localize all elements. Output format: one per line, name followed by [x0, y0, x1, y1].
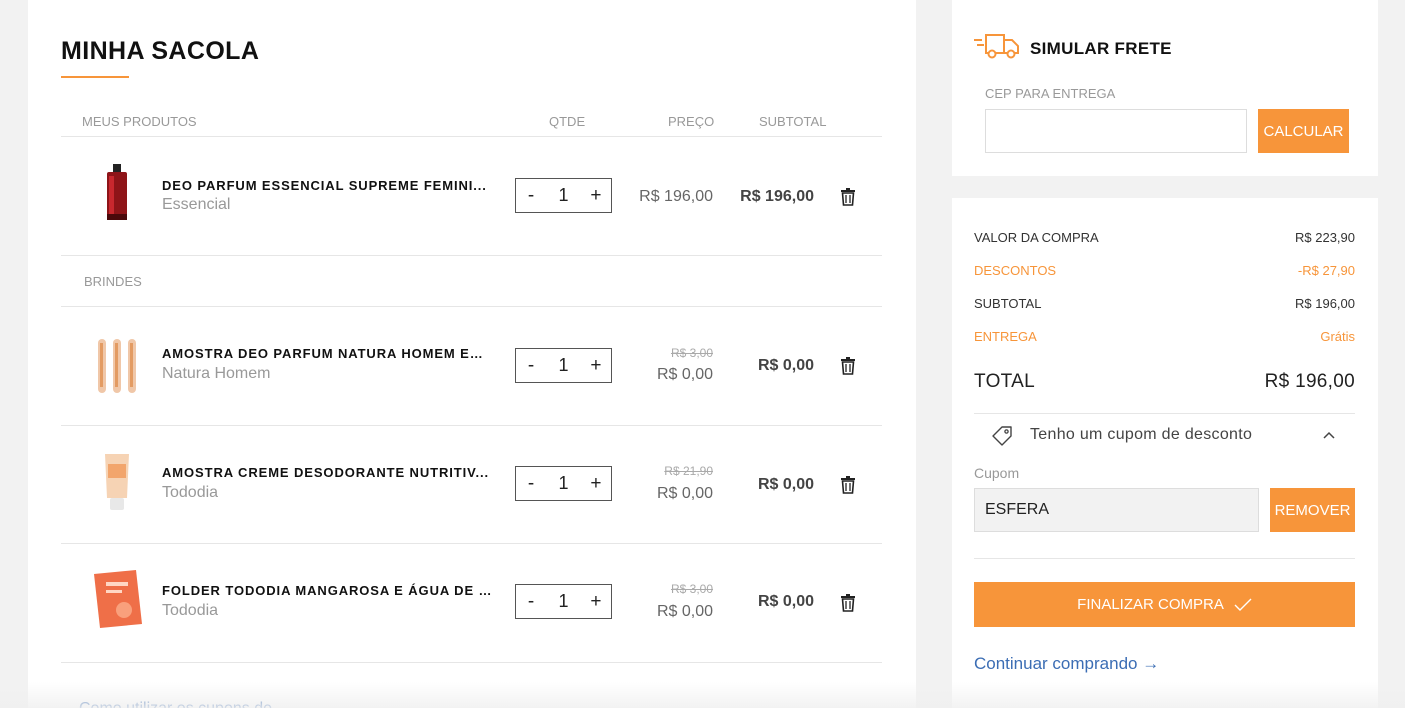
coupon-input[interactable]	[974, 488, 1259, 532]
item-subtotal: R$ 0,00	[757, 593, 814, 610]
qty-increase-button[interactable]: +	[589, 473, 603, 495]
column-header-subtotal: SUBTOTAL	[759, 114, 827, 129]
purchase-label: VALOR DA COMPRA	[974, 230, 1099, 245]
divider	[974, 413, 1355, 414]
product-image	[98, 339, 136, 393]
shipping-panel: SIMULAR FRETE CEP PARA ENTREGA CALCULAR	[952, 0, 1378, 176]
divider	[61, 662, 882, 663]
tag-icon	[992, 426, 1012, 446]
product-name[interactable]: AMOSTRA CREME DESODORANTE NUTRITIV...	[162, 465, 492, 480]
coupon-label: Cupom	[974, 465, 1020, 481]
cart-item-row: AMOSTRA CREME DESODORANTE NUTRITIV... To…	[28, 426, 916, 544]
product-brand: Tododia	[162, 484, 219, 501]
item-price: R$ 196,00	[639, 188, 713, 205]
purchase-value-row: VALOR DA COMPRA R$ 223,90	[974, 230, 1355, 245]
divider	[61, 255, 882, 256]
qty-decrease-button[interactable]: -	[524, 185, 538, 207]
item-price: R$ 0,00	[656, 603, 713, 620]
subtotal-value: R$ 196,00	[1295, 296, 1355, 311]
trash-icon[interactable]	[840, 476, 856, 494]
remove-coupon-button[interactable]: REMOVER	[1270, 488, 1355, 532]
trash-icon[interactable]	[840, 594, 856, 612]
qty-increase-button[interactable]: +	[589, 591, 603, 613]
quantity-stepper: - 1 +	[515, 178, 612, 213]
column-header-qty: QTDE	[549, 114, 586, 129]
item-subtotal: R$ 0,00	[757, 476, 814, 493]
product-brand: Essencial	[162, 196, 231, 213]
trash-icon[interactable]	[840, 188, 856, 206]
discount-row: DESCONTOS -R$ 27,90	[974, 263, 1355, 278]
cart-item-row: FOLDER TODODIA MANGAROSA E ÁGUA DE ... T…	[28, 544, 916, 662]
delivery-label: ENTREGA	[974, 329, 1037, 344]
qty-value: 1	[558, 355, 569, 375]
title-underline	[61, 76, 129, 78]
truck-icon	[974, 34, 1019, 59]
item-old-price: R$ 21,90	[664, 464, 713, 478]
item-old-price: R$ 3,00	[670, 582, 713, 596]
qty-value: 1	[558, 591, 569, 611]
discount-label: DESCONTOS	[974, 263, 1057, 278]
finish-purchase-button[interactable]: FINALIZAR COMPRA	[974, 582, 1355, 627]
qty-decrease-button[interactable]: -	[524, 591, 538, 613]
quantity-stepper: - 1 +	[515, 466, 612, 501]
product-image	[107, 164, 127, 220]
cep-label: CEP PARA ENTREGA	[985, 86, 1116, 101]
qty-value: 1	[558, 473, 569, 493]
product-image	[105, 454, 129, 510]
qty-increase-button[interactable]: +	[589, 185, 603, 207]
subtotal-row: SUBTOTAL R$ 196,00	[974, 296, 1355, 311]
product-name[interactable]: AMOSTRA DEO PARFUM NATURA HOMEM ES...	[162, 346, 492, 361]
finish-purchase-label: FINALIZAR COMPRA	[1077, 596, 1224, 613]
qty-value: 1	[558, 185, 569, 205]
product-brand: Tododia	[162, 602, 219, 619]
page-title: MINHA SACOLA	[61, 37, 260, 65]
cart-item-row: DEO PARFUM ESSENCIAL SUPREME FEMINI... E…	[28, 137, 916, 255]
product-brand: Natura Homem	[162, 365, 271, 382]
item-price: R$ 0,00	[656, 366, 713, 383]
gifts-section-label: BRINDES	[84, 274, 142, 289]
cep-input[interactable]	[985, 109, 1247, 153]
product-name[interactable]: DEO PARFUM ESSENCIAL SUPREME FEMINI...	[162, 178, 492, 193]
item-subtotal: R$ 196,00	[740, 188, 814, 205]
product-name[interactable]: FOLDER TODODIA MANGAROSA E ÁGUA DE ...	[162, 583, 492, 598]
qty-increase-button[interactable]: +	[589, 355, 603, 377]
cart-panel: MINHA SACOLA MEUS PRODUTOS QTDE PREÇO SU…	[28, 0, 916, 708]
quantity-stepper: - 1 +	[515, 348, 612, 383]
cart-item-row: AMOSTRA DEO PARFUM NATURA HOMEM ES... Na…	[28, 307, 916, 425]
item-old-price: R$ 3,00	[670, 346, 713, 360]
coupon-toggle-label: Tenho um cupom de desconto	[1030, 426, 1253, 443]
continue-shopping-link[interactable]: Continuar comprando →	[974, 654, 1159, 674]
calculate-button[interactable]: CALCULAR	[1258, 109, 1349, 153]
item-subtotal: R$ 0,00	[757, 357, 814, 374]
qty-decrease-button[interactable]: -	[524, 355, 538, 377]
quantity-stepper: - 1 +	[515, 584, 612, 619]
subtotal-label: SUBTOTAL	[974, 296, 1042, 311]
discount-value: -R$ 27,90	[1297, 263, 1355, 278]
item-price: R$ 0,00	[656, 485, 713, 502]
divider	[974, 558, 1355, 559]
column-header-price: PREÇO	[668, 114, 715, 129]
coupon-toggle[interactable]: Tenho um cupom de desconto	[974, 420, 1355, 450]
qty-decrease-button[interactable]: -	[524, 473, 538, 495]
purchase-value: R$ 223,90	[1295, 230, 1355, 245]
column-header-products: MEUS PRODUTOS	[82, 114, 197, 129]
total-label: TOTAL	[974, 371, 1035, 392]
product-image	[94, 570, 142, 628]
chevron-up-icon	[1323, 431, 1335, 439]
order-summary-panel: VALOR DA COMPRA R$ 223,90 DESCONTOS -R$ …	[952, 198, 1378, 708]
coupon-help-link[interactable]: Como utilizar os cupons de...	[79, 700, 285, 708]
check-icon	[1234, 598, 1252, 611]
total-value: R$ 196,00	[1264, 371, 1355, 392]
delivery-row: ENTREGA Grátis	[974, 329, 1355, 344]
delivery-value: Grátis	[1320, 329, 1355, 344]
total-row: TOTAL R$ 196,00	[974, 371, 1355, 393]
trash-icon[interactable]	[840, 357, 856, 375]
shipping-title: SIMULAR FRETE	[1030, 39, 1172, 58]
